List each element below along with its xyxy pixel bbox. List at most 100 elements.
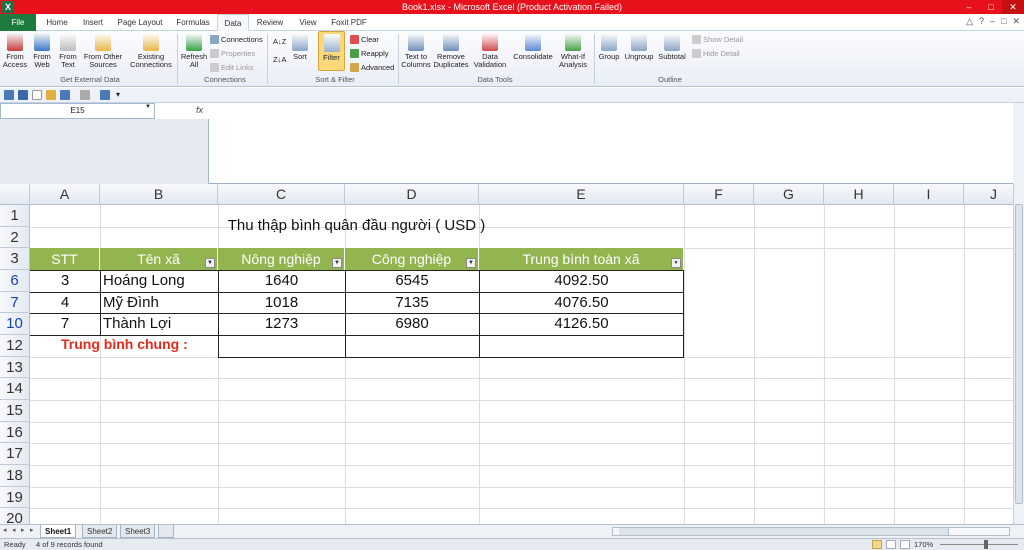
row-header-19[interactable]: 19 <box>0 487 30 508</box>
from-other-sources-button[interactable]: From Other Sources <box>82 33 124 69</box>
col-header-f[interactable]: F <box>684 184 754 205</box>
average-label[interactable]: Trung bình chung : <box>61 336 188 352</box>
minimize-icon[interactable]: – <box>958 0 980 14</box>
row-header-1[interactable]: 1 <box>0 205 30 227</box>
table-cell[interactable]: 4 <box>30 292 100 314</box>
group-button[interactable]: Group <box>597 33 621 61</box>
header-trung-binh[interactable]: Trung bình toàn xã ▼ <box>479 248 684 270</box>
row-header-12[interactable]: 12 <box>0 335 30 357</box>
from-text-button[interactable]: From Text <box>56 33 80 69</box>
row-header-17[interactable]: 17 <box>0 443 30 465</box>
row-header-6[interactable]: 6 <box>0 270 30 292</box>
zoom-level[interactable]: 170% <box>914 539 933 550</box>
row-header-10[interactable]: 10 <box>0 313 30 335</box>
col-header-i[interactable]: I <box>894 184 964 205</box>
subtotal-button[interactable]: Subtotal <box>657 33 687 61</box>
col-header-j[interactable]: J <box>964 184 1013 205</box>
zoom-slider-thumb[interactable] <box>984 540 988 549</box>
horizontal-scroll-thumb[interactable] <box>619 528 949 535</box>
row-header-20[interactable]: 20 <box>0 508 30 524</box>
from-web-button[interactable]: From Web <box>30 33 54 69</box>
tab-home[interactable]: Home <box>38 14 76 31</box>
col-header-b[interactable]: B <box>100 184 218 205</box>
row-header-3[interactable]: 3 <box>0 248 30 270</box>
properties-button[interactable]: Properties <box>210 49 255 58</box>
row-header-16[interactable]: 16 <box>0 422 30 443</box>
doc-close-icon[interactable]: ✕ <box>1012 16 1020 27</box>
new-icon[interactable] <box>32 90 42 100</box>
table-cell[interactable]: 6980 <box>345 313 479 335</box>
col-header-a[interactable]: A <box>30 184 100 205</box>
row-header-18[interactable]: 18 <box>0 465 30 487</box>
sheet-tab-sheet2[interactable]: Sheet2 <box>82 525 118 538</box>
help-icon[interactable]: ? <box>979 16 984 27</box>
insert-function-icon[interactable]: fx <box>196 105 203 115</box>
header-ten-xa[interactable]: Tên xã ▼ <box>100 248 218 270</box>
tab-view[interactable]: View <box>292 14 324 31</box>
text-to-columns-button[interactable]: Text to Columns <box>400 33 432 69</box>
tab-page-layout[interactable]: Page Layout <box>112 14 168 31</box>
insert-sheet-icon[interactable] <box>158 525 174 538</box>
sort-az-button[interactable]: A↓Z <box>273 37 286 46</box>
save-icon[interactable] <box>18 90 28 100</box>
active-filter-icon[interactable]: ▼ <box>671 258 681 268</box>
filter-dropdown-icon[interactable]: ▼ <box>205 258 215 268</box>
consolidate-button[interactable]: Consolidate <box>512 33 554 61</box>
sheet-tab-sheet1[interactable]: Sheet1 <box>40 525 77 538</box>
tab-data[interactable]: Data <box>217 14 249 32</box>
table-cell[interactable]: 4092.50 <box>479 270 684 292</box>
table-cell[interactable]: 4126.50 <box>479 313 684 335</box>
refresh-all-button[interactable]: Refresh All <box>180 33 208 69</box>
reapply-button[interactable]: Reapply <box>350 49 389 58</box>
doc-minimize-icon[interactable]: – <box>990 16 995 27</box>
doc-restore-icon[interactable]: □ <box>1001 16 1006 27</box>
col-header-c[interactable]: C <box>218 184 345 205</box>
sheet-title[interactable]: Thu thập bình quân đầu người ( USD ) <box>30 217 683 234</box>
row-header-15[interactable]: 15 <box>0 400 30 422</box>
table-cell[interactable]: 7 <box>30 313 100 335</box>
table-cell[interactable]: Mỹ Đình <box>103 292 218 314</box>
sheet-tab-sheet3[interactable]: Sheet3 <box>120 525 156 538</box>
row-header-2[interactable]: 2 <box>0 227 30 248</box>
table-cell[interactable]: Thành Lợi <box>103 313 218 335</box>
sort-za-button[interactable]: Z↓A <box>273 55 286 64</box>
zoom-slider[interactable] <box>940 544 1018 545</box>
prev-sheet-icon[interactable]: ◂ <box>12 526 16 534</box>
data-validation-button[interactable]: Data Validation <box>471 33 509 69</box>
show-detail-button[interactable]: Show Detail <box>692 35 743 44</box>
header-nong-nghiep[interactable]: Nông nghiệp ▼ <box>218 248 345 270</box>
table-cell[interactable]: 4076.50 <box>479 292 684 314</box>
table-cell[interactable]: 6545 <box>345 270 479 292</box>
last-sheet-icon[interactable]: ▸ <box>30 526 34 534</box>
vertical-scrollbar[interactable] <box>1013 184 1024 524</box>
what-if-analysis-button[interactable]: What-If Analysis <box>555 33 591 69</box>
filter-dropdown-icon[interactable]: ▼ <box>466 258 476 268</box>
vertical-scroll-thumb[interactable] <box>1015 204 1023 504</box>
advanced-filter-button[interactable]: Advanced <box>350 63 394 72</box>
header-stt[interactable]: STT <box>30 248 100 270</box>
select-all-corner[interactable] <box>0 184 30 205</box>
redo-icon[interactable] <box>80 90 90 100</box>
row-header-13[interactable]: 13 <box>0 357 30 378</box>
row-header-14[interactable]: 14 <box>0 378 30 400</box>
table-cell[interactable]: 1273 <box>218 313 345 335</box>
from-access-button[interactable]: From Access <box>2 33 28 69</box>
customize-qat-icon[interactable]: ▾ <box>116 90 126 100</box>
tab-insert[interactable]: Insert <box>76 14 110 31</box>
undo-icon[interactable] <box>60 90 70 100</box>
normal-view-icon[interactable] <box>872 540 882 549</box>
filter-dropdown-icon[interactable]: ▼ <box>332 258 342 268</box>
col-header-h[interactable]: H <box>824 184 894 205</box>
maximize-icon[interactable]: □ <box>980 0 1002 14</box>
col-header-g[interactable]: G <box>754 184 824 205</box>
first-sheet-icon[interactable]: ◂ <box>3 526 7 534</box>
clear-filter-button[interactable]: Clear <box>350 35 379 44</box>
hide-detail-button[interactable]: Hide Detail <box>692 49 740 58</box>
formula-bar-scroll[interactable] <box>1013 103 1024 184</box>
table-cell[interactable]: 1018 <box>218 292 345 314</box>
table-cell[interactable]: 1640 <box>218 270 345 292</box>
remove-duplicates-button[interactable]: Remove Duplicates <box>433 33 469 69</box>
connections-button[interactable]: Connections <box>210 35 263 44</box>
formula-input[interactable] <box>210 103 1010 184</box>
col-header-d[interactable]: D <box>345 184 479 205</box>
